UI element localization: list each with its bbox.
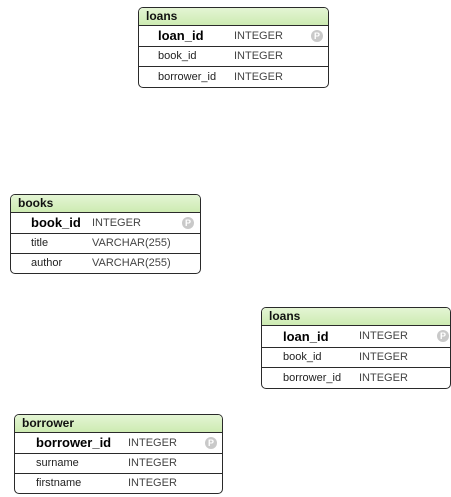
- column-type: INTEGER: [359, 372, 408, 384]
- table-row: borrower_id INTEGER P: [15, 433, 222, 454]
- column-type: INTEGER: [92, 217, 141, 229]
- column-name: borrower_id: [158, 71, 217, 83]
- column-type: VARCHAR(255): [92, 237, 171, 249]
- column-name: title: [31, 237, 49, 249]
- primary-key-icon: P: [205, 437, 217, 449]
- table-row: author VARCHAR(255): [11, 254, 200, 273]
- column-name: book_id: [31, 215, 81, 230]
- table-row: loan_id INTEGER P: [262, 326, 450, 348]
- column-type: INTEGER: [128, 437, 177, 449]
- table-title: borrower: [15, 415, 222, 433]
- column-name: surname: [36, 457, 79, 469]
- table-row: surname INTEGER: [15, 454, 222, 474]
- primary-key-icon: P: [182, 217, 194, 229]
- column-type: INTEGER: [128, 477, 177, 489]
- table-row: firstname INTEGER: [15, 474, 222, 493]
- table-row: book_id INTEGER: [262, 348, 450, 368]
- table-title: loans: [262, 308, 450, 326]
- primary-key-icon: P: [311, 30, 323, 42]
- table-row: book_id INTEGER P: [11, 213, 200, 234]
- table-loans-bottom[interactable]: loans loan_id INTEGER P book_id INTEGER …: [261, 307, 451, 389]
- column-type: INTEGER: [234, 71, 283, 83]
- column-type: INTEGER: [359, 351, 408, 363]
- column-type: INTEGER: [234, 30, 283, 42]
- table-books[interactable]: books book_id INTEGER P title VARCHAR(25…: [10, 194, 201, 274]
- table-title: books: [11, 195, 200, 213]
- table-row: borrower_id INTEGER: [262, 368, 450, 388]
- column-type: VARCHAR(255): [92, 257, 171, 269]
- column-name: loan_id: [158, 28, 204, 43]
- column-name: author: [31, 257, 63, 269]
- table-row: loan_id INTEGER P: [139, 26, 328, 47]
- column-name: loan_id: [283, 329, 329, 344]
- column-type: INTEGER: [359, 330, 408, 342]
- column-name: book_id: [283, 351, 322, 363]
- column-name: book_id: [158, 50, 197, 62]
- column-name: firstname: [36, 477, 82, 489]
- table-borrower[interactable]: borrower borrower_id INTEGER P surname I…: [14, 414, 223, 494]
- column-name: borrower_id: [283, 372, 342, 384]
- table-row: title VARCHAR(255): [11, 234, 200, 254]
- column-name: borrower_id: [36, 435, 112, 450]
- primary-key-icon: P: [437, 330, 449, 342]
- table-title: loans: [139, 8, 328, 26]
- column-type: INTEGER: [234, 50, 283, 62]
- column-type: INTEGER: [128, 457, 177, 469]
- table-row: borrower_id INTEGER: [139, 67, 328, 87]
- table-row: book_id INTEGER: [139, 47, 328, 67]
- table-loans-top[interactable]: loans loan_id INTEGER P book_id INTEGER …: [138, 7, 329, 88]
